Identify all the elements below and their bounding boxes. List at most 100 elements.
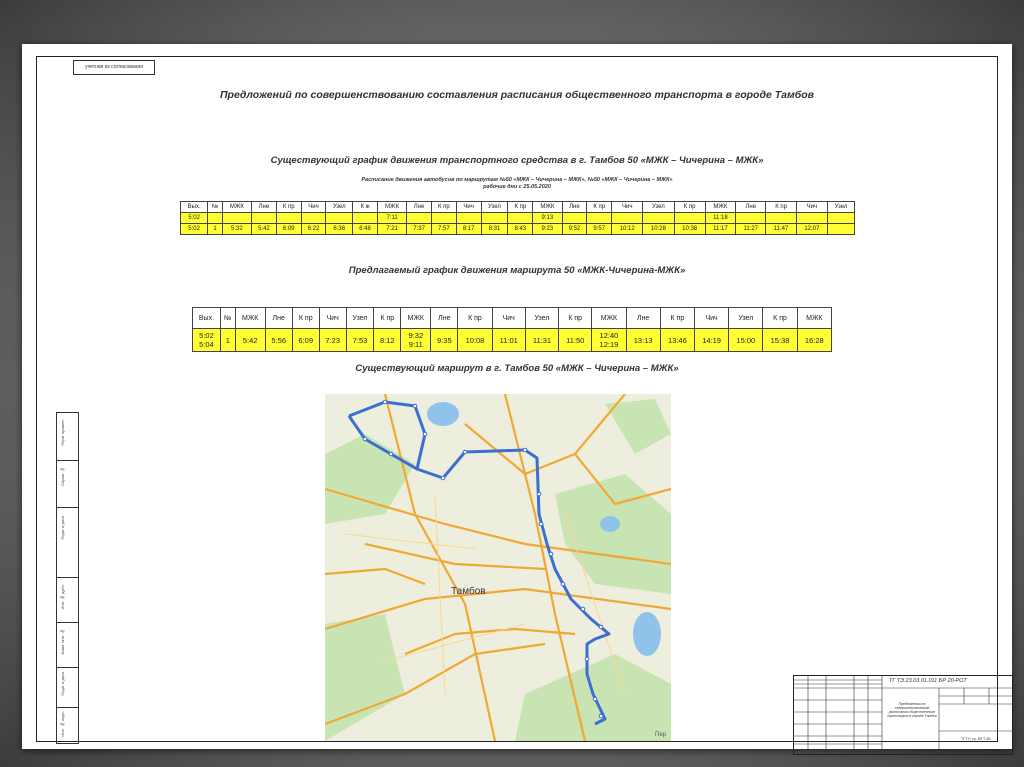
route-map-graphic: Тамбов Пер	[325, 394, 671, 741]
table-cell: 6:36	[325, 223, 354, 235]
cell-time-bottom: 7:23	[325, 335, 341, 345]
table-cell: 10:38	[673, 223, 706, 235]
table-cell: Узел	[480, 201, 509, 213]
table-cell: 8:12	[373, 328, 402, 352]
table-cell: 5:02	[179, 212, 209, 224]
table-cell	[325, 212, 354, 224]
table-cell: 16:28	[796, 328, 833, 352]
cell-time-top: 9:32	[408, 331, 424, 340]
proposed-schedule-title: Предлагаемый график движения маршрута 50…	[348, 265, 686, 276]
table-cell: К пр	[765, 201, 797, 213]
table-cell: 6:09	[275, 223, 302, 235]
title-block: ТГ ТЭ.23.03.01.011 БР 20-РОТ Предложения…	[793, 675, 1013, 755]
table-cell: К пр	[430, 201, 457, 213]
table-cell: 9:13	[532, 212, 563, 224]
table-cell: 9:32 9:11	[400, 328, 432, 352]
table-cell: К пр	[762, 307, 798, 329]
proposed-schedule-table: Вых. № МЖК Лне К пр Чич Узел К пр МЖК Лне К пр Чич У…	[192, 307, 833, 352]
cell-time-bottom: 5:42	[242, 335, 258, 345]
table-cell: 8:31	[480, 223, 509, 235]
table-cell	[455, 212, 482, 224]
cell-time-bottom: 13:46	[667, 335, 687, 345]
table-cell	[406, 212, 432, 224]
table-cell	[251, 212, 277, 224]
document-code: ТГ ТЭ.23.03.01.011 БР 20-РОТ	[889, 678, 967, 684]
cell-time-top: 16:28	[804, 335, 824, 345]
table-cell: 7:11	[376, 212, 408, 224]
table-cell: 11:18	[704, 212, 737, 224]
table-cell: 10:28	[642, 223, 675, 235]
side-label: Подп. и дата	[60, 672, 65, 696]
cell-time-bottom: 12:19	[599, 340, 619, 349]
table-cell: Чич	[795, 201, 828, 213]
table-cell	[507, 212, 534, 224]
table-cell: 7:23	[318, 328, 347, 352]
table-cell: 5:32	[221, 223, 253, 235]
table-cell: Лне	[251, 201, 277, 213]
table-cell: Чич	[300, 201, 327, 213]
table-cell: Чич	[611, 201, 644, 213]
table-cell: 14:19	[693, 328, 730, 352]
lake	[633, 612, 661, 656]
route-map: Тамбов Пер	[325, 394, 671, 741]
cell-time-bottom: 14:19	[702, 335, 721, 345]
table-cell: 5:42	[234, 328, 266, 352]
table-row: 5:02 7:11 9:13 11:18	[179, 212, 856, 224]
side-label: Подп. и дата	[60, 516, 65, 540]
table-cell	[642, 212, 675, 224]
table-cell: Узел	[728, 307, 764, 329]
table-cell: 10:12	[611, 223, 644, 235]
table-cell: МЖК	[400, 307, 432, 329]
table-cell: 5:56	[264, 328, 293, 352]
cell-time-bottom: 13:13	[633, 335, 653, 345]
table-cell: 5:42	[251, 223, 277, 235]
table-row: 5:02 1 5:32 5:42 6:09 6:22 6:36 6:48 7:21 7:37 7:5…	[179, 223, 856, 235]
table-cell	[765, 212, 797, 224]
table-cell: Вых.	[179, 201, 209, 213]
cell-time-bottom: 11:50	[566, 335, 585, 345]
table-cell: К пр	[373, 307, 402, 329]
table-cell: 1	[219, 328, 236, 352]
existing-schedule-title: Существующий график движения транспортно…	[270, 155, 764, 166]
cell-time-bottom: 5:04	[199, 340, 214, 349]
table-cell	[207, 212, 223, 224]
cell-time-bottom: 15:38	[770, 335, 790, 345]
table-header-row: Вых. № МЖК Лне К пр Чич Узел К ж МЖК Лне К пр Чич Уз…	[179, 201, 856, 213]
table-cell: Лне	[561, 201, 588, 213]
table-cell: 9:35	[430, 328, 459, 352]
table-cell: 11:17	[704, 223, 737, 235]
side-label: Перв. примен.	[60, 419, 65, 446]
table-cell	[221, 212, 253, 224]
lake	[427, 402, 459, 426]
table-cell: К пр	[673, 201, 706, 213]
table-cell: Узел	[642, 201, 675, 213]
table-cell: 11:50	[558, 328, 593, 352]
existing-schedule-table: Вых. № МЖК Лне К пр Чич Узел К ж МЖК Лне К пр Чич Уз…	[179, 201, 856, 235]
document-name: Предложения по совершенствованию расписа…	[887, 702, 937, 718]
table-cell: МЖК	[591, 307, 627, 329]
table-cell: Лне	[625, 307, 661, 329]
table-cell: К пр	[291, 307, 320, 329]
table-cell	[430, 212, 457, 224]
side-label: Инв. № подл.	[60, 711, 65, 737]
table-cell: 6:22	[300, 223, 327, 235]
table-cell: 9:52	[561, 223, 588, 235]
cell-time-bottom: 9:35	[437, 335, 452, 345]
table-cell: 9:57	[586, 223, 613, 235]
table-cell: К пр	[275, 201, 302, 213]
side-stamp-strip: Перв. примен. Справ. № Подп. и дата Инв.…	[56, 412, 79, 744]
existing-schedule-caption: Расписание движения автобусов по маршрут…	[267, 177, 767, 191]
organization-label: ТГТУ, гр. ВТТ-81	[960, 736, 992, 741]
side-label: Инв. № дубл.	[60, 584, 65, 610]
side-label: Справ. №	[60, 467, 65, 486]
corner-stamp: учетная из согласования	[73, 60, 155, 75]
table-cell: Чич	[318, 307, 347, 329]
table-cell: МЖК	[234, 307, 266, 329]
table-cell: 8:43	[507, 223, 534, 235]
table-cell: 11:31	[524, 328, 560, 352]
table-cell: 11:27	[735, 223, 767, 235]
table-cell	[480, 212, 509, 224]
table-cell: 10:08	[457, 328, 493, 352]
table-row: 5:02 5:04 1 5:42 5:56 6:09 7:23 7:53 8:12 9:32 9:1…	[192, 328, 833, 352]
table-cell: Чич	[455, 201, 482, 213]
